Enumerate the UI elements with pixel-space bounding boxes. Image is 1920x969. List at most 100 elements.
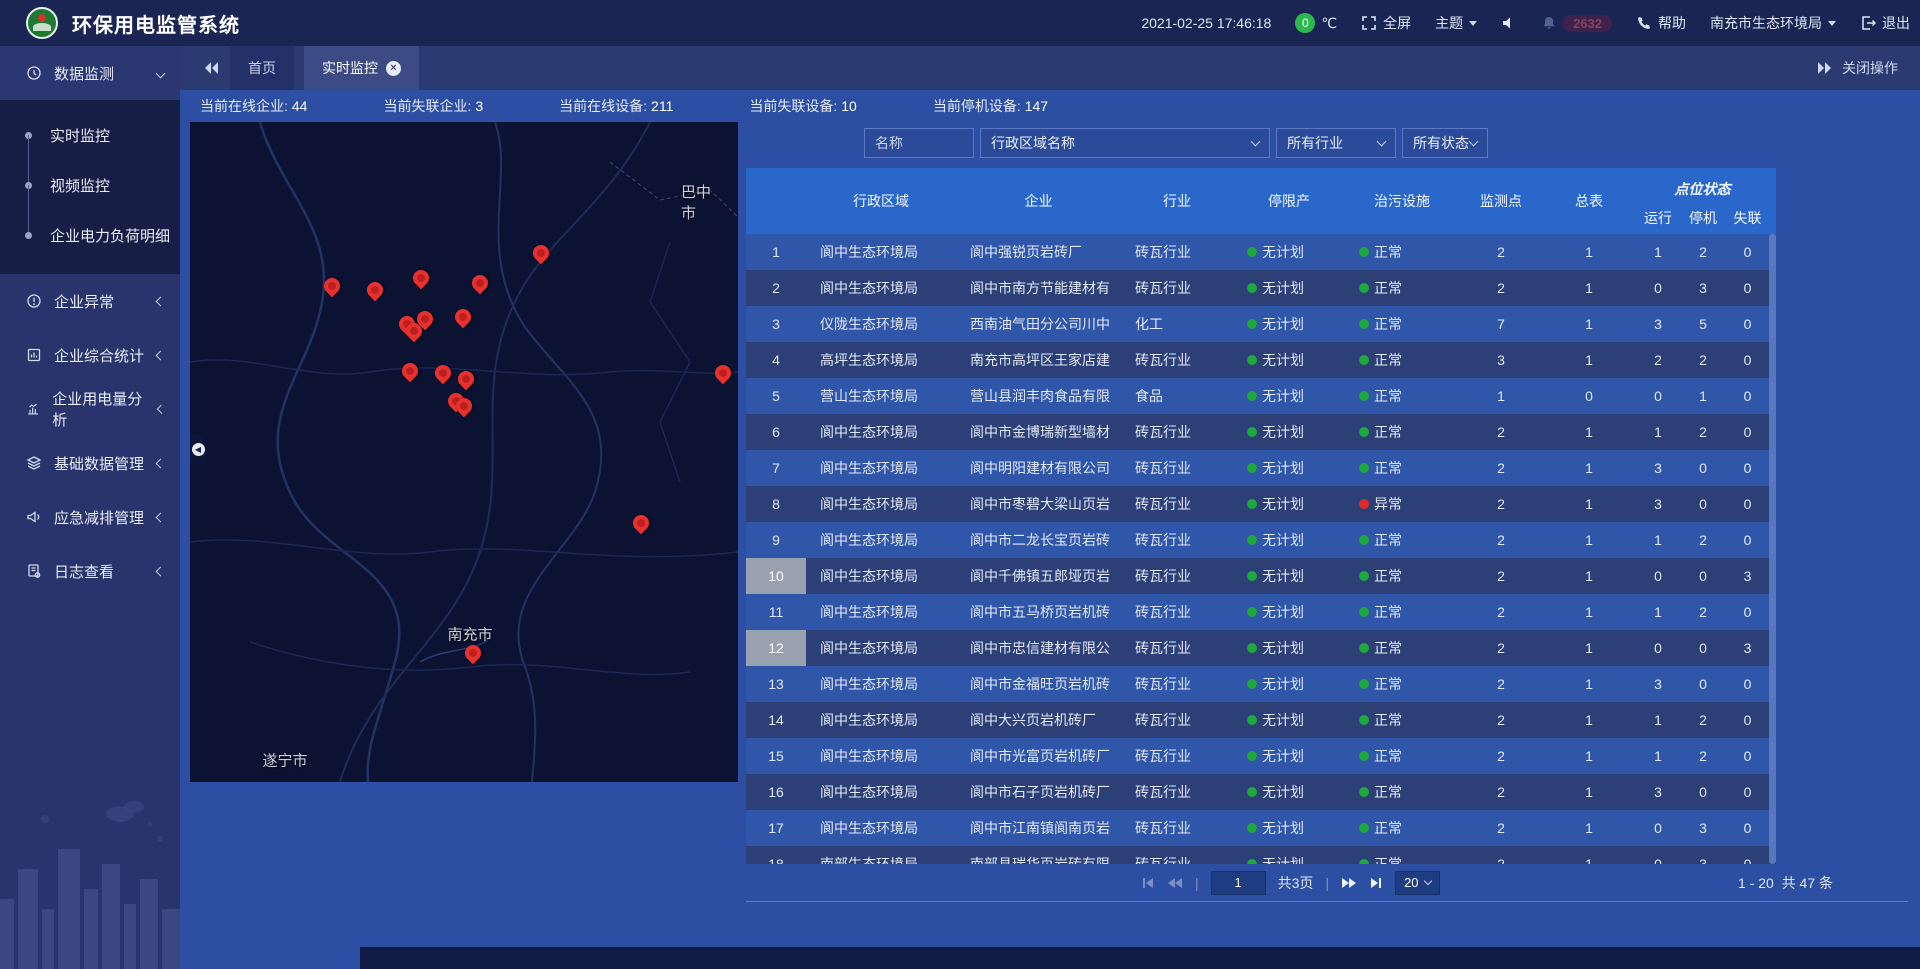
tab-home[interactable]: 首页 xyxy=(230,46,294,90)
topbar-actions: 2021-02-25 17:46:18 0 ℃ 全屏 主题 2632 xyxy=(1141,13,1910,33)
row-halt-cell: 0 xyxy=(1681,486,1725,522)
sidebar-submenu: 实时监控 视频监控 企业电力负荷明细 xyxy=(0,100,180,274)
datetime: 2021-02-25 17:46:18 xyxy=(1141,15,1271,31)
row-run-cell: 1 xyxy=(1635,702,1681,738)
sidebar-collapse-handle[interactable]: ◀ xyxy=(190,434,206,464)
row-lost-cell: 0 xyxy=(1725,342,1770,378)
page-number-input[interactable] xyxy=(1211,871,1266,895)
notifications[interactable]: 2632 xyxy=(1541,15,1612,32)
sidebar-item-company-statistics[interactable]: 企业综合统计 xyxy=(0,328,180,382)
bar-chart-icon xyxy=(26,401,40,417)
region-filter-select[interactable]: 行政区域名称 xyxy=(980,128,1270,158)
chevron-left-icon xyxy=(156,458,166,468)
user-menu[interactable]: 南充市生态环境局 xyxy=(1710,13,1836,33)
row-points-cell: 2 xyxy=(1459,522,1543,558)
row-industry-cell: 食品 xyxy=(1121,378,1233,414)
table-row[interactable]: 7 阆中生态环境局 阆中明阳建材有限公司 砖瓦行业 无计划 正常 2 1 3 xyxy=(746,450,1776,486)
sidebar-item-power-analysis[interactable]: 企业用电量分析 xyxy=(0,382,180,436)
status-dot xyxy=(1359,247,1369,257)
status-dot xyxy=(1359,355,1369,365)
logout-button[interactable]: 退出 xyxy=(1860,13,1910,33)
companies-table: 行政区域 企业 行业 停限产 治污设施 监测点 总表 点位状态 运行 停机 失联 xyxy=(746,168,1776,864)
row-run-cell: 3 xyxy=(1635,666,1681,702)
row-halt-cell: 0 xyxy=(1681,450,1725,486)
row-company-cell: 阆中市二龙长宝页岩砖 xyxy=(956,522,1121,558)
row-points-cell: 2 xyxy=(1459,666,1543,702)
table-row[interactable]: 1 阆中生态环境局 阆中强锐页岩砖厂 砖瓦行业 无计划 正常 2 1 1 2 xyxy=(746,234,1776,270)
sidebar-item-base-data[interactable]: 基础数据管理 xyxy=(0,436,180,490)
last-page-button[interactable] xyxy=(1369,877,1383,889)
table-row[interactable]: 14 阆中生态环境局 阆中大兴页岩机砖厂 砖瓦行业 无计划 正常 2 1 1 xyxy=(746,702,1776,738)
table-scrollbar[interactable] xyxy=(1769,234,1776,864)
help-button[interactable]: 帮助 xyxy=(1636,13,1686,33)
row-meters-cell: 1 xyxy=(1543,234,1635,270)
sidebar-item-power-load-detail[interactable]: 企业电力负荷明细 xyxy=(0,210,180,260)
first-page-button[interactable] xyxy=(1141,877,1155,889)
row-halt-cell: 0 xyxy=(1681,558,1725,594)
temperature-badge: 0 xyxy=(1295,13,1315,33)
mute-button[interactable] xyxy=(1501,15,1517,31)
table-row[interactable]: 3 仪陇生态环境局 西南油气田分公司川中 化工 无计划 正常 7 1 3 5 xyxy=(746,306,1776,342)
col-points: 监测点 xyxy=(1459,168,1543,234)
status-dot xyxy=(1247,283,1257,293)
row-facility-status-cell: 正常 xyxy=(1345,234,1459,270)
megaphone-icon xyxy=(26,509,42,525)
row-company-cell: 阆中市枣碧大梁山页岩 xyxy=(956,486,1121,522)
name-filter-input[interactable] xyxy=(875,135,963,151)
status-filter-select[interactable]: 所有状态 xyxy=(1402,128,1488,158)
tabs-scroll-left-icon[interactable] xyxy=(204,61,220,75)
row-index-cell: 9 xyxy=(746,522,806,558)
row-facility-status-cell: 正常 xyxy=(1345,558,1459,594)
row-index-cell: 5 xyxy=(746,378,806,414)
table-row[interactable]: 18 南部生态环境局 南部县瑞华页岩砖有限 砖瓦行业 无计划 正常 2 1 0 xyxy=(746,846,1776,864)
table-row[interactable]: 12 阆中生态环境局 阆中市忠信建材有限公 砖瓦行业 无计划 正常 2 1 0 xyxy=(746,630,1776,666)
table-row[interactable]: 13 阆中生态环境局 阆中市金福旺页岩机砖 砖瓦行业 无计划 正常 2 1 3 xyxy=(746,666,1776,702)
table-row[interactable]: 5 营山生态环境局 营山县润丰肉食品有限 食品 无计划 正常 1 0 0 1 xyxy=(746,378,1776,414)
sidebar-item-realtime-monitor[interactable]: 实时监控 xyxy=(0,110,180,160)
row-facility-status-cell: 正常 xyxy=(1345,666,1459,702)
table-row[interactable]: 17 阆中生态环境局 阆中市江南镇阆南页岩 砖瓦行业 无计划 正常 2 1 0 xyxy=(746,810,1776,846)
status-dot xyxy=(1359,607,1369,617)
row-meters-cell: 1 xyxy=(1543,810,1635,846)
row-meters-cell: 1 xyxy=(1543,594,1635,630)
table-row[interactable]: 10 阆中生态环境局 阆中千佛镇五郎垭页岩 砖瓦行业 无计划 正常 2 1 0 xyxy=(746,558,1776,594)
row-region-cell: 阆中生态环境局 xyxy=(806,774,956,810)
tab-realtime-monitor[interactable]: 实时监控 × xyxy=(304,46,419,90)
next-page-button[interactable] xyxy=(1341,877,1357,889)
fullscreen-button[interactable]: 全屏 xyxy=(1361,13,1411,33)
row-lost-cell: 0 xyxy=(1725,414,1770,450)
close-operations-button[interactable]: 关闭操作 xyxy=(1842,58,1898,78)
table-row[interactable]: 4 高坪生态环境局 南充市高坪区王家店建 砖瓦行业 无计划 正常 3 1 2 xyxy=(746,342,1776,378)
previous-page-button[interactable] xyxy=(1167,877,1183,889)
sidebar-item-company-abnormal[interactable]: 企业异常 xyxy=(0,274,180,328)
name-filter-field[interactable] xyxy=(864,128,974,158)
table-row[interactable]: 15 阆中生态环境局 阆中市光富页岩机砖厂 砖瓦行业 无计划 正常 2 1 1 xyxy=(746,738,1776,774)
sidebar-item-logs[interactable]: 日志查看 xyxy=(0,544,180,598)
theme-menu[interactable]: 主题 xyxy=(1435,13,1477,33)
tabs-scroll-right-icon[interactable] xyxy=(1816,61,1832,75)
sidebar-item-emergency-reduction[interactable]: 应急减排管理 xyxy=(0,490,180,544)
status-dot xyxy=(1247,463,1257,473)
table-row[interactable]: 6 阆中生态环境局 阆中市金博瑞新型墙材 砖瓦行业 无计划 正常 2 1 1 xyxy=(746,414,1776,450)
sidebar-item-video-monitor[interactable]: 视频监控 xyxy=(0,160,180,210)
map-panel[interactable]: 巴中市 南充市 遂宁市 xyxy=(190,122,738,782)
row-run-cell: 1 xyxy=(1635,738,1681,774)
page-size-select[interactable]: 20 xyxy=(1395,871,1439,895)
col-lost: 失联 xyxy=(1725,201,1770,234)
tab-close-icon[interactable]: × xyxy=(386,61,401,76)
row-company-cell: 阆中市石子页岩机砖厂 xyxy=(956,774,1121,810)
table-row[interactable]: 11 阆中生态环境局 阆中市五马桥页岩机砖 砖瓦行业 无计划 正常 2 1 1 xyxy=(746,594,1776,630)
row-facility-status-cell: 正常 xyxy=(1345,774,1459,810)
industry-filter-select[interactable]: 所有行业 xyxy=(1276,128,1396,158)
table-row[interactable]: 8 阆中生态环境局 阆中市枣碧大梁山页岩 砖瓦行业 无计划 异常 2 1 3 xyxy=(746,486,1776,522)
report-icon xyxy=(26,347,42,363)
sidebar-item-data-monitor[interactable]: 数据监测 xyxy=(0,46,180,100)
table-row[interactable]: 9 阆中生态环境局 阆中市二龙长宝页岩砖 砖瓦行业 无计划 正常 2 1 1 xyxy=(746,522,1776,558)
row-meters-cell: 1 xyxy=(1543,558,1635,594)
row-industry-cell: 砖瓦行业 xyxy=(1121,594,1233,630)
table-row[interactable]: 16 阆中生态环境局 阆中市石子页岩机砖厂 砖瓦行业 无计划 正常 2 1 3 xyxy=(746,774,1776,810)
status-dot xyxy=(1359,787,1369,797)
row-meters-cell: 1 xyxy=(1543,738,1635,774)
table-row[interactable]: 2 阆中生态环境局 阆中市南方节能建材有 砖瓦行业 无计划 正常 2 1 0 xyxy=(746,270,1776,306)
temperature-unit: ℃ xyxy=(1321,15,1337,32)
